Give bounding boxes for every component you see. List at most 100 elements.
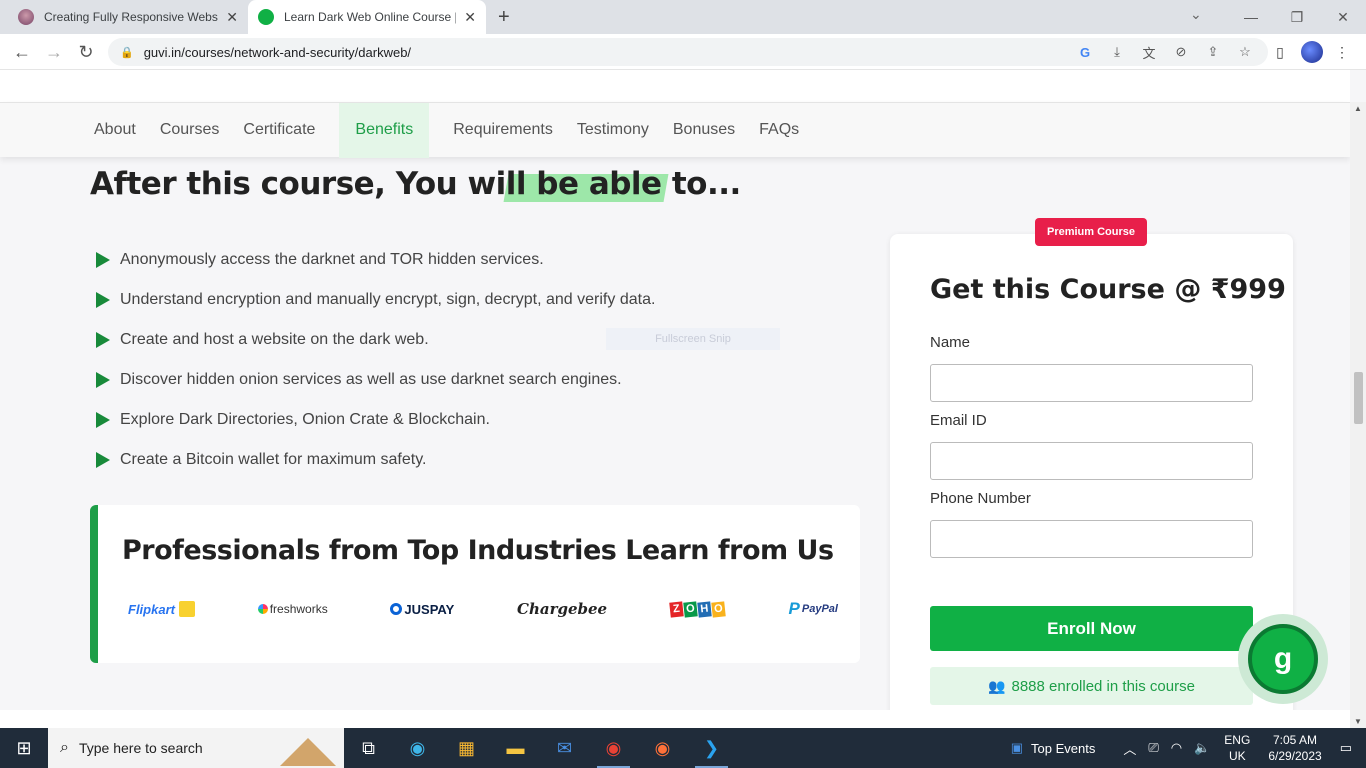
back-icon[interactable]: ← [10,40,34,64]
list-item: Create and host a website on the dark we… [96,320,655,360]
list-item: Discover hidden onion services as well a… [96,360,655,400]
scroll-up-icon[interactable]: ▲ [1354,104,1362,113]
zoho-logo: ZOHO [669,600,726,618]
enroll-card: Get this Course @ ₹999 Name Email ID Pho… [890,234,1293,728]
taskbar-search[interactable]: ⌕ Type here to search [48,728,344,768]
benefit-text: Explore Dark Directories, Onion Crate & … [120,411,490,428]
minimize-icon[interactable]: — [1228,0,1274,34]
restore-icon[interactable]: ❐ [1274,0,1320,34]
vscode-icon[interactable]: ❯ [687,728,736,768]
section-nav: About Courses Certificate Benefits Requi… [0,102,1350,158]
tab-dark-web-course[interactable]: Learn Dark Web Online Course | ✕ [248,0,486,34]
phone-field[interactable] [930,520,1253,558]
tab-creating-website[interactable]: Creating Fully Responsive Websit ✕ [8,0,248,34]
chargebee-logo: Chargebee [517,600,608,618]
notifications-icon[interactable]: ▭ [1332,740,1366,756]
edge-icon[interactable]: ◉ [393,728,442,768]
reload-icon[interactable]: ↻ [74,40,98,64]
close-tab-icon[interactable]: ✕ [226,9,238,26]
system-tray: ▣ Top Events ︿ ⎚ ◠ 🔈 ENG UK 7:05 AM 6/29/… [1005,728,1366,768]
mail-icon[interactable]: ✉ [540,728,589,768]
play-bullet-icon [96,292,110,308]
news-icon: ▣ [1010,740,1024,755]
browser-toolbar: ← → ↻ 🔒 guvi.in/courses/network-and-secu… [0,34,1366,70]
freshworks-logo: freshworks [257,602,328,616]
list-item: Anonymously access the darknet and TOR h… [96,240,655,280]
store-icon[interactable]: ▦ [442,728,491,768]
email-label: Email ID [930,412,987,429]
benefits-heading: After this course, You will be able to..… [90,166,741,202]
name-label: Name [930,334,971,351]
menu-kebab-icon[interactable]: ⋮ [1332,42,1352,62]
professionals-title: Professionals from Top Industries Learn … [122,535,834,566]
tab-title: Learn Dark Web Online Course | [284,10,457,24]
guvi-headset-icon: g [1248,624,1318,694]
email-field[interactable] [930,442,1253,480]
play-bullet-icon [96,372,110,388]
header-band [0,70,1350,102]
enroll-now-button[interactable]: Enroll Now [930,606,1253,651]
nav-about[interactable]: About [82,103,148,158]
language-indicator[interactable]: ENG UK [1216,732,1258,764]
play-bullet-icon [96,412,110,428]
benefit-text: Create and host a website on the dark we… [120,331,429,348]
clock-date: 6/29/2023 [1268,749,1322,763]
juspay-logo: JUSPAY [390,602,454,617]
lock-icon: 🔒 [120,46,134,59]
nav-faqs[interactable]: FAQs [747,103,811,158]
tab-search-chevron-icon[interactable]: ⌄ [1190,6,1202,23]
chrome-icon[interactable]: ◉ [589,728,638,768]
close-tab-icon[interactable]: ✕ [464,9,476,26]
nav-bonuses[interactable]: Bonuses [661,103,747,158]
tab-strip: Creating Fully Responsive Websit ✕ Learn… [0,0,1366,34]
new-tab-icon[interactable]: + [498,6,510,29]
nav-requirements[interactable]: Requirements [441,103,565,158]
clock[interactable]: 7:05 AM 6/29/2023 [1258,732,1331,764]
enrolled-count: 👥 8888 enrolled in this course [930,667,1253,705]
page-content: About Courses Certificate Benefits Requi… [0,70,1350,728]
firefox-icon[interactable]: ◉ [638,728,687,768]
support-chat-button[interactable]: g [1238,614,1328,704]
nav-certificate[interactable]: Certificate [231,103,327,158]
users-icon: 👥 [988,677,1006,694]
nav-benefits[interactable]: Benefits [339,102,430,158]
install-icon[interactable]: ⤓ [1108,43,1126,61]
paypal-logo: P PayPal [788,599,838,618]
phone-label: Phone Number [930,490,1031,507]
premium-badge: Premium Course [1035,218,1147,246]
tray-expand-icon[interactable]: ︿ [1117,739,1142,758]
close-window-icon[interactable]: ✕ [1320,0,1366,34]
nav-courses[interactable]: Courses [148,103,232,158]
meet-icon[interactable]: ⎚ [1142,740,1164,756]
scroll-down-icon[interactable]: ▼ [1354,717,1362,726]
task-view-icon[interactable]: ⧉ [344,728,393,768]
windows-start-icon[interactable]: ⊞ [0,728,48,768]
avatar-favicon-icon [18,9,34,25]
list-item: Create a Bitcoin wallet for maximum safe… [96,440,655,480]
wifi-icon[interactable]: ◠ [1165,740,1188,756]
side-panel-icon[interactable]: ▯ [1270,42,1290,62]
google-icon[interactable]: G [1076,43,1094,61]
bookmark-star-icon[interactable]: ☆ [1236,43,1254,61]
benefit-text: Anonymously access the darknet and TOR h… [120,251,544,268]
url-text: guvi.in/courses/network-and-security/dar… [143,44,412,60]
file-explorer-icon[interactable]: ▬ [491,728,540,768]
news-widget[interactable]: ▣ Top Events [1005,740,1102,756]
profile-avatar[interactable] [1301,41,1323,63]
address-bar[interactable]: 🔒 guvi.in/courses/network-and-security/d… [108,38,1268,66]
list-item: Explore Dark Directories, Onion Crate & … [96,400,655,440]
forward-icon[interactable]: → [42,40,66,64]
name-field[interactable] [930,364,1253,402]
page-scrollbar[interactable]: ▲ ▼ [1350,102,1366,728]
tab-title: Creating Fully Responsive Websit [44,10,219,24]
news-text: Top Events [1031,740,1096,756]
lang-region: UK [1228,749,1246,763]
share-icon[interactable]: ⇪ [1204,43,1222,61]
scroll-thumb[interactable] [1354,372,1363,424]
volume-icon[interactable]: 🔈 [1188,740,1216,756]
card-title: Get this Course @ ₹999 [930,274,1286,305]
hide-icon[interactable]: ⊘ [1172,43,1190,61]
nav-testimony[interactable]: Testimony [565,103,661,158]
benefits-list: Anonymously access the darknet and TOR h… [96,240,655,480]
translate-icon[interactable]: 文 [1140,43,1158,61]
